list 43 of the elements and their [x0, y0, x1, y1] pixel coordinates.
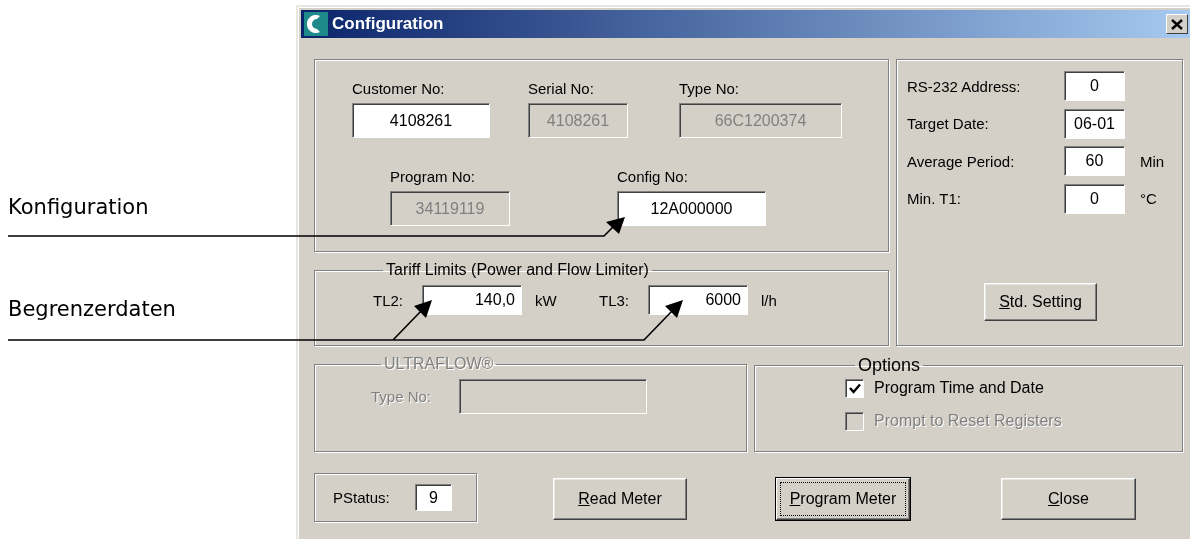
field-label: Type No:: [679, 80, 741, 97]
annotation-label: Begrenzerdaten: [8, 297, 176, 321]
unit-label: °C: [1140, 190, 1157, 207]
input-field[interactable]: 60: [1064, 146, 1125, 176]
status-field: 9: [415, 484, 452, 511]
group-title: ULTRAFLOW®: [383, 355, 495, 373]
field-label: Serial No:: [528, 80, 595, 97]
std-setting-button[interactable]: Std. Setting: [984, 283, 1097, 321]
field-label: Customer No:: [352, 80, 446, 97]
unit-label: l/h: [761, 291, 778, 309]
field-label: TL2:: [373, 291, 404, 309]
field-label: TL3:: [599, 291, 630, 309]
field-label: Target Date:: [907, 115, 990, 132]
input-field[interactable]: 0: [1064, 183, 1125, 214]
checkbox[interactable]: [845, 378, 864, 398]
close-button[interactable]: [1166, 14, 1188, 34]
field-label: Average Period:: [907, 152, 1016, 170]
group-title: Options: [857, 355, 922, 376]
input-field[interactable]: 0: [1064, 71, 1125, 101]
input-field[interactable]: 140,0: [422, 285, 522, 315]
field-label: PStatus:: [333, 489, 391, 506]
unit-label: Min: [1140, 152, 1165, 170]
input-field[interactable]: 6000: [648, 285, 748, 315]
field-label: Program No:: [390, 168, 477, 185]
close-icon: [1171, 18, 1183, 30]
annotation-label: Konfiguration: [8, 195, 149, 219]
checkmark-icon: [848, 382, 861, 394]
input-field[interactable]: 06-01: [1064, 108, 1125, 139]
action-button[interactable]: Program Meter: [776, 478, 910, 520]
input-field[interactable]: 12A000000: [617, 191, 766, 226]
field-label: RS-232 Address:: [907, 77, 1022, 95]
group-title: Tariff Limits (Power and Flow Limiter): [385, 261, 650, 279]
action-button[interactable]: Close: [1001, 478, 1136, 520]
checkbox-label: Prompt to Reset Registers: [874, 412, 1062, 430]
field-label: Min. T1:: [907, 190, 962, 207]
window-title: Configuration: [332, 14, 444, 34]
checkbox-label: Program Time and Date: [874, 379, 1044, 397]
field-label: Config No:: [617, 168, 689, 185]
field-label: Type No:: [371, 388, 433, 405]
app-logo-icon: [304, 12, 328, 36]
action-button[interactable]: Read Meter: [553, 478, 687, 520]
unit-label: kW: [535, 291, 558, 309]
input-field[interactable]: 4108261: [352, 103, 490, 138]
